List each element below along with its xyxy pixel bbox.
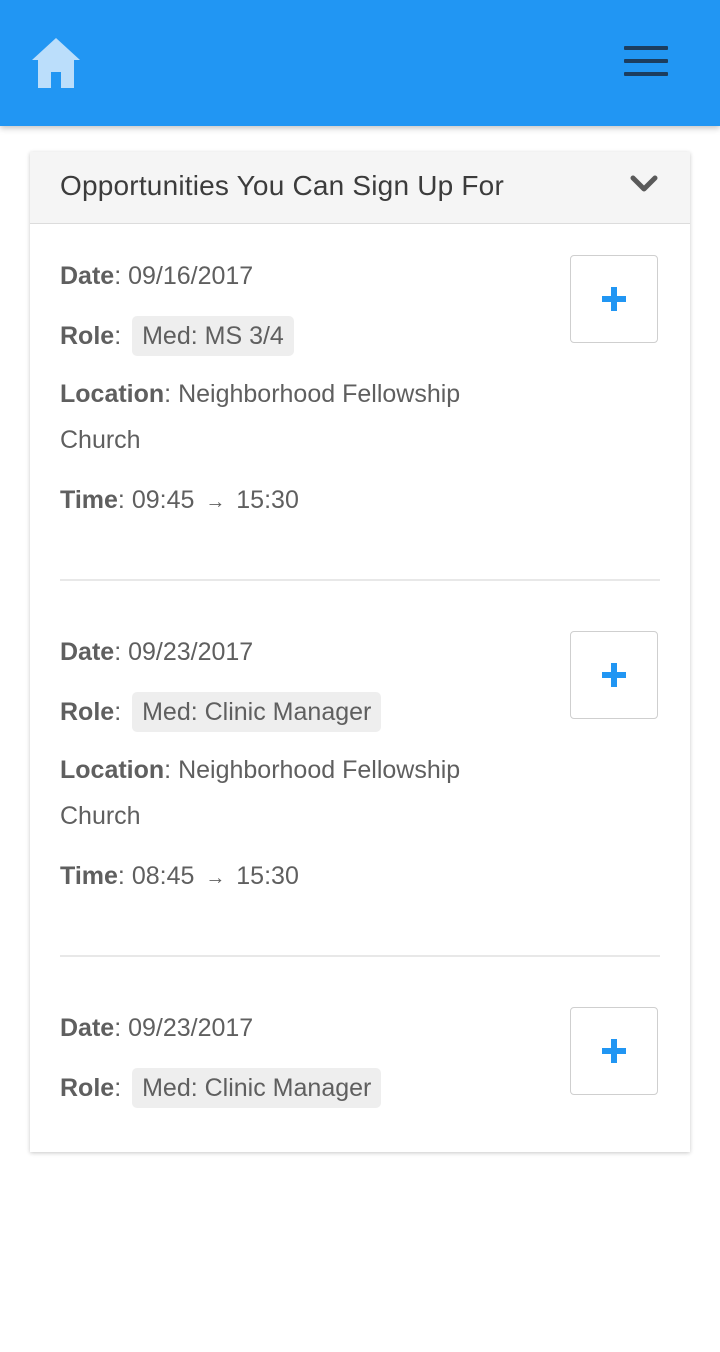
date-value: 09/23/2017: [128, 1014, 254, 1042]
plus-icon: [602, 287, 626, 311]
arrow-icon: →: [205, 491, 226, 513]
home-button[interactable]: [28, 36, 84, 92]
plus-icon: [602, 1039, 626, 1063]
time-row: Time: 09:45 → 15:30: [60, 486, 299, 514]
divider: [60, 955, 660, 957]
opportunities-panel: Opportunities You Can Sign Up For Date: …: [30, 152, 690, 1152]
role-tag: Med: MS 3/4: [132, 316, 294, 356]
date-row: Date: 09/16/2017: [60, 262, 254, 290]
opportunities-list: Date: 09/16/2017 Role: Med: MS 3/4 Locat…: [30, 224, 690, 1352]
location-label: Location: [60, 380, 165, 408]
date-value: 09/23/2017: [128, 638, 254, 666]
opportunity-item: Date: 09/23/2017 Role: Med: Clinic Manag…: [30, 976, 690, 1352]
home-icon: [32, 38, 80, 88]
sign-up-button[interactable]: [570, 631, 658, 719]
sign-up-button[interactable]: [570, 1007, 658, 1095]
role-label: Role: [60, 1074, 115, 1102]
role-label: Role: [60, 698, 115, 726]
time-start: 08:45: [131, 862, 195, 890]
location-row: Location: Neighborhood Fellowship Church: [60, 380, 461, 454]
date-label: Date: [60, 262, 115, 290]
role-tag: Med: Clinic Manager: [132, 1068, 382, 1108]
opportunity-item: Date: 09/16/2017 Role: Med: MS 3/4 Locat…: [30, 224, 690, 600]
date-label: Date: [60, 638, 115, 666]
sign-up-button[interactable]: [570, 255, 658, 343]
date-value: 09/16/2017: [128, 262, 254, 290]
top-app-bar: [0, 0, 720, 126]
role-row: Role: Med: MS 3/4: [60, 313, 294, 359]
location-label: Location: [60, 756, 165, 784]
time-label: Time: [60, 862, 118, 890]
time-end: 15:30: [236, 486, 299, 514]
panel-title: Opportunities You Can Sign Up For: [60, 170, 504, 201]
date-row: Date: 09/23/2017: [60, 638, 254, 666]
role-label: Role: [60, 322, 115, 350]
location-row: Location: Neighborhood Fellowship Church: [60, 756, 461, 830]
hamburger-menu-button[interactable]: [618, 42, 674, 82]
role-row: Role: Med: Clinic Manager: [60, 689, 382, 735]
date-row: Date: 09/23/2017: [60, 1014, 254, 1042]
arrow-icon: →: [205, 867, 226, 889]
opportunity-item: Date: 09/23/2017 Role: Med: Clinic Manag…: [30, 600, 690, 976]
chevron-down-icon: [630, 175, 658, 192]
time-row: Time: 08:45 → 15:30: [60, 862, 299, 890]
plus-icon: [602, 663, 626, 687]
time-end: 15:30: [236, 862, 299, 890]
panel-header-toggle[interactable]: Opportunities You Can Sign Up For: [30, 152, 690, 224]
date-label: Date: [60, 1014, 115, 1042]
role-tag: Med: Clinic Manager: [132, 692, 382, 732]
hamburger-menu-icon: [624, 46, 668, 50]
time-start: 09:45: [131, 486, 195, 514]
time-label: Time: [60, 486, 118, 514]
role-row: Role: Med: Clinic Manager: [60, 1065, 382, 1111]
divider: [60, 579, 660, 581]
